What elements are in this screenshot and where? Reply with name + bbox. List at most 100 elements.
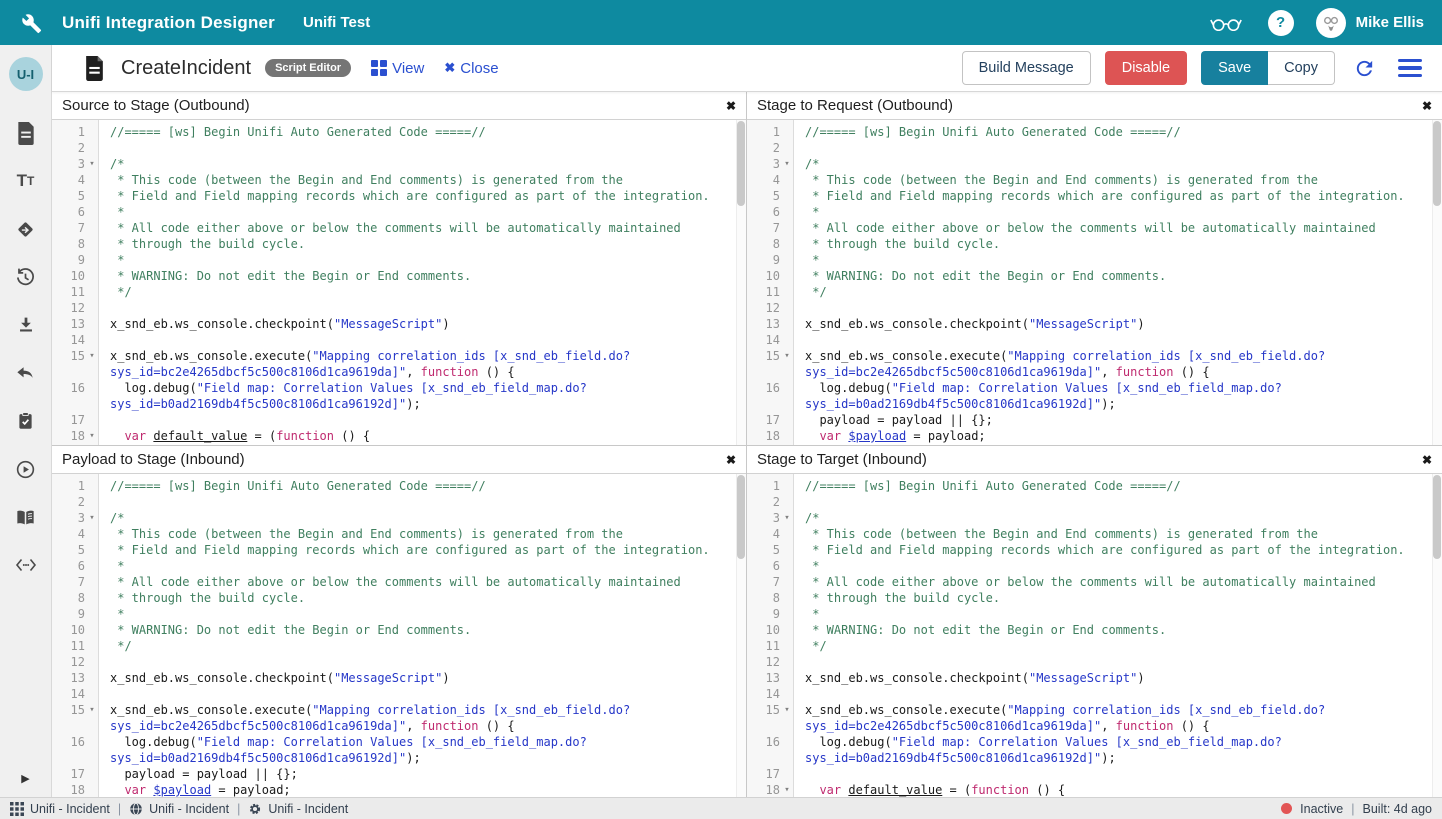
code-text[interactable]: *	[99, 204, 746, 220]
code-text[interactable]	[794, 300, 1442, 316]
panel-close-icon[interactable]: ✖	[726, 453, 736, 467]
code-text[interactable]: log.debug("Field map: Correlation Values…	[794, 380, 1442, 412]
view-button[interactable]: View	[371, 60, 424, 77]
status-app-link[interactable]: Unifi - Incident	[10, 802, 110, 816]
code-text[interactable]	[794, 654, 1442, 670]
code-text[interactable]: //===== [ws] Begin Unifi Auto Generated …	[794, 478, 1442, 494]
code-text[interactable]: payload = payload || {};	[99, 766, 746, 782]
fold-arrow-icon[interactable]: ▾	[85, 156, 99, 172]
code-editor[interactable]: 1//===== [ws] Begin Unifi Auto Generated…	[52, 474, 746, 797]
code-editor[interactable]: 1//===== [ws] Begin Unifi Auto Generated…	[52, 120, 746, 445]
panel-close-icon[interactable]: ✖	[726, 99, 736, 113]
code-text[interactable]: var default_value = (function () {	[794, 782, 1442, 797]
build-message-button[interactable]: Build Message	[962, 51, 1091, 85]
code-text[interactable]: x_snd_eb.ws_console.checkpoint("MessageS…	[794, 316, 1442, 332]
refresh-icon[interactable]	[1349, 57, 1380, 80]
code-text[interactable]: * This code (between the Begin and End c…	[794, 526, 1442, 542]
panel-close-icon[interactable]: ✖	[1422, 99, 1432, 113]
code-text[interactable]: *	[794, 606, 1442, 622]
code-text[interactable]: x_snd_eb.ws_console.checkpoint("MessageS…	[794, 670, 1442, 686]
fold-arrow-icon[interactable]: ▾	[85, 428, 99, 444]
code-text[interactable]: *	[794, 558, 1442, 574]
undo-icon[interactable]	[0, 349, 51, 397]
code-text[interactable]: * WARNING: Do not edit the Begin or End …	[794, 622, 1442, 638]
code-text[interactable]: * All code either above or below the com…	[99, 574, 746, 590]
code-text[interactable]: * through the build cycle.	[794, 590, 1442, 606]
code-text[interactable]: log.debug("Field map: Correlation Values…	[99, 380, 746, 412]
code-icon[interactable]	[0, 541, 51, 589]
code-text[interactable]: * WARNING: Do not edit the Begin or End …	[794, 268, 1442, 284]
scrollbar[interactable]	[1432, 120, 1442, 445]
status-settings-link[interactable]: Unifi - Incident	[248, 802, 348, 816]
download-icon[interactable]	[0, 301, 51, 349]
code-text[interactable]	[99, 654, 746, 670]
code-text[interactable]: //===== [ws] Begin Unifi Auto Generated …	[99, 478, 746, 494]
code-text[interactable]: /*	[99, 156, 746, 172]
fold-arrow-icon[interactable]: ▾	[780, 348, 794, 380]
code-text[interactable]	[99, 300, 746, 316]
code-text[interactable]: * This code (between the Begin and End c…	[99, 526, 746, 542]
code-text[interactable]: var default_value = (function () {	[99, 428, 746, 444]
code-text[interactable]	[99, 494, 746, 510]
code-text[interactable]	[99, 412, 746, 428]
code-text[interactable]: //===== [ws] Begin Unifi Auto Generated …	[99, 124, 746, 140]
code-text[interactable]: /*	[794, 156, 1442, 172]
code-text[interactable]: /*	[794, 510, 1442, 526]
code-text[interactable]: * through the build cycle.	[99, 236, 746, 252]
sidebar-expand-arrow[interactable]: ▶	[0, 765, 51, 791]
code-text[interactable]: */	[794, 284, 1442, 300]
code-text[interactable]: * Field and Field mapping records which …	[794, 542, 1442, 558]
code-text[interactable]: */	[99, 638, 746, 654]
code-text[interactable]: * Field and Field mapping records which …	[99, 542, 746, 558]
code-text[interactable]	[99, 140, 746, 156]
code-text[interactable]	[794, 686, 1442, 702]
code-text[interactable]: x_snd_eb.ws_console.checkpoint("MessageS…	[99, 316, 746, 332]
code-text[interactable]: var $payload = payload;	[99, 782, 746, 797]
workspace-avatar[interactable]: U-I	[9, 57, 43, 91]
code-text[interactable]: x_snd_eb.ws_console.execute("Mapping cor…	[794, 702, 1442, 734]
code-text[interactable]: /*	[99, 510, 746, 526]
code-text[interactable]: *	[99, 606, 746, 622]
fold-arrow-icon[interactable]: ▾	[780, 702, 794, 734]
tasks-icon[interactable]	[0, 397, 51, 445]
code-text[interactable]: * through the build cycle.	[99, 590, 746, 606]
code-text[interactable]: x_snd_eb.ws_console.execute("Mapping cor…	[794, 348, 1442, 380]
directions-icon[interactable]	[0, 205, 51, 253]
code-editor[interactable]: 1//===== [ws] Begin Unifi Auto Generated…	[747, 474, 1442, 797]
code-text[interactable]: //===== [ws] Begin Unifi Auto Generated …	[794, 124, 1442, 140]
code-text[interactable]	[794, 766, 1442, 782]
code-text[interactable]: x_snd_eb.ws_console.execute("Mapping cor…	[99, 702, 746, 734]
documentation-icon[interactable]	[0, 493, 51, 541]
code-text[interactable]: *	[794, 252, 1442, 268]
fold-arrow-icon[interactable]: ▾	[780, 156, 794, 172]
code-text[interactable]: *	[99, 252, 746, 268]
code-text[interactable]: * WARNING: Do not edit the Begin or End …	[99, 268, 746, 284]
code-text[interactable]: log.debug("Field map: Correlation Values…	[794, 734, 1442, 766]
code-text[interactable]: * Field and Field mapping records which …	[99, 188, 746, 204]
code-text[interactable]: */	[99, 284, 746, 300]
scrollbar[interactable]	[736, 474, 746, 797]
copy-button[interactable]: Copy	[1268, 51, 1335, 85]
code-text[interactable]: */	[794, 638, 1442, 654]
glasses-icon[interactable]	[1206, 14, 1246, 32]
code-text[interactable]: * This code (between the Begin and End c…	[794, 172, 1442, 188]
code-editor[interactable]: 1//===== [ws] Begin Unifi Auto Generated…	[747, 120, 1442, 445]
disable-button[interactable]: Disable	[1105, 51, 1187, 85]
code-text[interactable]: payload = payload || {};	[794, 412, 1442, 428]
menu-icon[interactable]	[1394, 59, 1426, 77]
fold-arrow-icon[interactable]: ▾	[85, 510, 99, 526]
code-text[interactable]: * All code either above or below the com…	[794, 220, 1442, 236]
code-text[interactable]	[99, 686, 746, 702]
history-icon[interactable]	[0, 253, 51, 301]
status-integration-link[interactable]: Unifi - Incident	[129, 802, 229, 816]
code-text[interactable]	[794, 494, 1442, 510]
code-text[interactable]: * All code either above or below the com…	[794, 574, 1442, 590]
code-text[interactable]	[794, 332, 1442, 348]
fold-arrow-icon[interactable]: ▾	[780, 782, 794, 797]
code-text[interactable]: var $payload = payload;	[794, 428, 1442, 444]
save-button[interactable]: Save	[1201, 51, 1268, 85]
fold-arrow-icon[interactable]: ▾	[780, 510, 794, 526]
fold-arrow-icon[interactable]: ▾	[85, 348, 99, 380]
help-icon[interactable]: ?	[1268, 10, 1294, 36]
code-text[interactable]: x_snd_eb.ws_console.execute("Mapping cor…	[99, 348, 746, 380]
